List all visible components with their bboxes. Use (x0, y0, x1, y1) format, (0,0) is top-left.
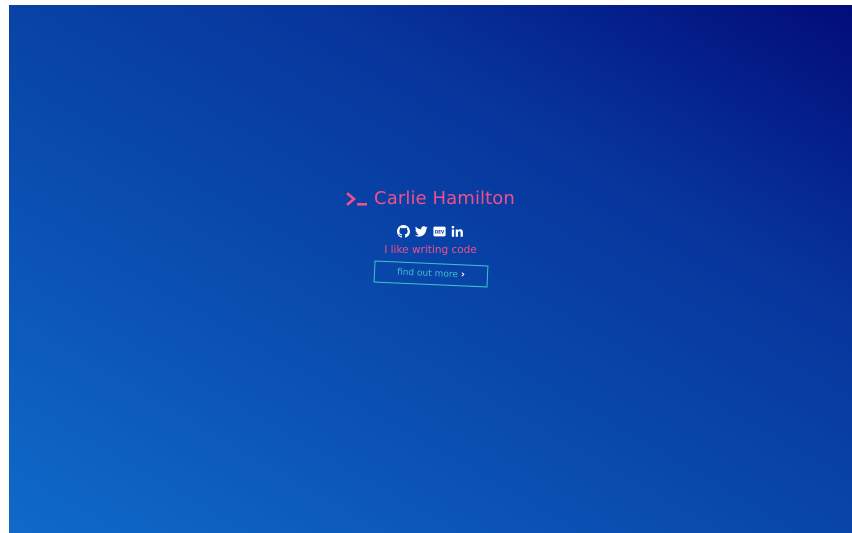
hero-section: Carlie Hamilton DEV I like writing code … (9, 188, 852, 288)
page-background: Carlie Hamilton DEV I like writing code … (9, 5, 852, 533)
dev-icon[interactable]: DEV (433, 225, 446, 238)
find-out-more-label: find out more (396, 267, 458, 281)
twitter-icon[interactable] (415, 225, 428, 238)
svg-text:DEV: DEV (435, 229, 445, 234)
terminal-prompt-icon (346, 191, 368, 207)
site-title-row: Carlie Hamilton (346, 188, 515, 209)
find-out-more-button[interactable]: find out more › (373, 260, 488, 288)
linkedin-icon[interactable] (451, 225, 464, 238)
tagline: I like writing code (384, 244, 477, 256)
social-links: DEV (397, 225, 464, 238)
github-icon[interactable] (397, 225, 410, 238)
site-title: Carlie Hamilton (374, 188, 515, 209)
chevron-right-icon: › (460, 269, 465, 281)
